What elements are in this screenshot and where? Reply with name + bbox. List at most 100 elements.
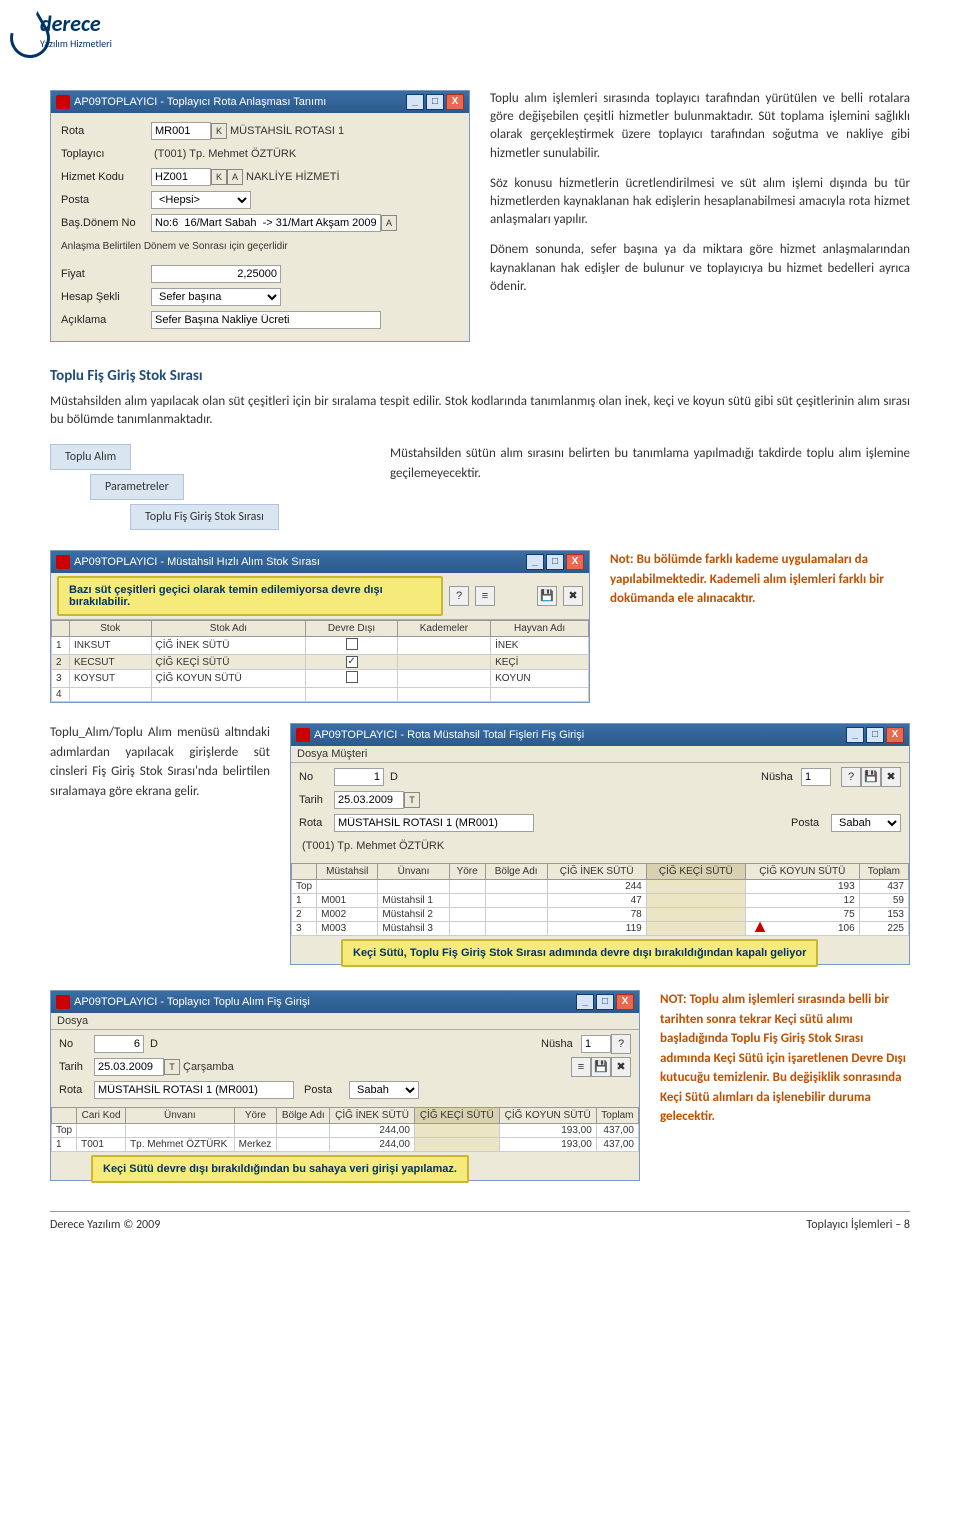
app-icon (56, 95, 70, 109)
nav-note: Müstahsilden sütün alım sırasını belirte… (390, 444, 910, 483)
close-button[interactable]: X (616, 994, 634, 1010)
aciklama-input[interactable] (151, 311, 381, 329)
close-button[interactable]: X (566, 554, 584, 570)
stok-grid[interactable]: Stok Stok Adı Devre Dışı Kademeler Hayva… (51, 620, 589, 702)
menu-bar[interactable]: Dosya (51, 1013, 639, 1030)
sec3-body: Toplu_Alım/Toplu Alım menüsü altındaki a… (50, 723, 270, 801)
minimize-button[interactable]: _ (846, 727, 864, 743)
callout-keci-giris: Keçi Sütü devre dışı bırakıldığından bu … (91, 1155, 469, 1183)
posta-select[interactable]: <Hepsi> (151, 191, 251, 209)
logo-subtitle: Yazılım Hizmetleri (40, 37, 112, 50)
rota-code-input[interactable] (151, 122, 211, 140)
no-input[interactable] (94, 1035, 144, 1053)
exit-icon[interactable]: ✖ (611, 1057, 631, 1077)
rota-input[interactable] (94, 1081, 294, 1099)
hizmet-code-input[interactable] (151, 168, 211, 186)
grid-row: 2M002Müstahsil 27875153 (292, 908, 909, 922)
footer-left: Derece Yazılım © 2009 (50, 1218, 160, 1232)
para-2: Söz konusu hizmetlerin ücretlendirilmesi… (490, 175, 910, 230)
nusha-input[interactable] (581, 1035, 611, 1053)
hesap-select[interactable]: Sefer başına (151, 288, 281, 306)
grid-row: 1M001Müstahsil 1471259 (292, 894, 909, 908)
nusha-input[interactable] (801, 768, 831, 786)
grid-row: 3M003Müstahsil 3119106225 (292, 922, 909, 936)
close-button[interactable]: X (446, 94, 464, 110)
menu-bar[interactable]: Dosya Müşteri (291, 746, 909, 763)
nav-toplu-alim: Toplu Alım (50, 444, 131, 470)
col-devre[interactable]: Devre Dışı (306, 621, 397, 637)
posta-select[interactable]: Sabah (831, 814, 901, 832)
app-icon (296, 728, 310, 742)
exit-icon[interactable]: ✖ (563, 586, 583, 606)
cal-button[interactable]: T (404, 792, 420, 808)
checkbox[interactable]: ✓ (346, 656, 358, 668)
save-icon[interactable]: 💾 (861, 767, 881, 787)
help-icon[interactable]: ? (449, 586, 469, 606)
label-toplayici: Toplayıcı (61, 148, 151, 160)
save-icon[interactable]: 💾 (537, 586, 557, 606)
toplayici-value: (T001) Tp. Mehmet ÖZTÜRK (151, 147, 299, 161)
no-input[interactable] (334, 768, 384, 786)
para-1: Toplu alım işlemleri sırasında toplayıcı… (490, 90, 910, 163)
lookup-button[interactable]: A (227, 169, 243, 185)
fiyat-input[interactable] (151, 265, 281, 283)
hizmet-name: NAKLİYE HİZMETİ (243, 170, 343, 184)
grid-row: 1T001Tp. Mehmet ÖZTÜRKMerkez244,00193,00… (52, 1138, 639, 1152)
checkbox[interactable] (346, 671, 358, 683)
help-icon[interactable]: ? (611, 1034, 631, 1054)
window-rota-anlasma: AP09TOPLAYICI - Toplayıcı Rota Anlaşması… (50, 90, 470, 342)
maximize-button[interactable]: □ (866, 727, 884, 743)
minimize-button[interactable]: _ (526, 554, 544, 570)
col-stok[interactable]: Stok (70, 621, 152, 637)
minimize-button[interactable]: _ (406, 94, 424, 110)
para-3: Dönem sonunda, sefer başına ya da miktar… (490, 241, 910, 296)
fis-grid[interactable]: Cari KodÜnvanıYöreBölge AdıÇİĞ İNEK SÜTÜ… (51, 1107, 639, 1152)
titlebar[interactable]: AP09TOPLAYICI - Toplayıcı Rota Anlaşması… (51, 91, 469, 113)
note-devre-disi: NOT: Toplu alım işlemleri sırasında bell… (660, 990, 910, 1127)
minimize-button[interactable]: _ (576, 994, 594, 1010)
col-hayvan[interactable]: Hayvan Adı (491, 621, 589, 637)
help-icon[interactable]: ? (841, 767, 861, 787)
tarih-input[interactable] (94, 1058, 164, 1076)
window-title: AP09TOPLAYICI - Rota Müstahsil Total Fiş… (314, 729, 584, 741)
label-hesap: Hesap Şekli (61, 291, 151, 303)
cal-button[interactable]: T (164, 1059, 180, 1075)
label-hizmet: Hizmet Kodu (61, 171, 151, 183)
grid-row: 3KOYSUTÇİĞ KOYUN SÜTÜKOYUN (52, 670, 589, 688)
list-icon[interactable]: ≡ (571, 1057, 591, 1077)
maximize-button[interactable]: □ (596, 994, 614, 1010)
fis-grid[interactable]: MüstahsilÜnvanıYöreBölge AdıÇİĞ İNEK SÜT… (291, 863, 909, 936)
app-icon (56, 995, 70, 1009)
note-kademe: Not: Bu bölümde farklı kademe uygulamala… (610, 550, 910, 609)
col-kademe[interactable]: Kademeler (397, 621, 490, 637)
save-icon[interactable]: 💾 (591, 1057, 611, 1077)
basdonem-input[interactable] (151, 214, 381, 232)
label-fiyat: Fiyat (61, 268, 151, 280)
posta-select[interactable]: Sabah (349, 1081, 419, 1099)
close-button[interactable]: X (886, 727, 904, 743)
app-icon (56, 555, 70, 569)
checkbox[interactable] (346, 638, 358, 650)
lookup-button[interactable]: K (211, 123, 227, 139)
maximize-button[interactable]: □ (546, 554, 564, 570)
maximize-button[interactable]: □ (426, 94, 444, 110)
col-ad[interactable]: Stok Adı (151, 621, 306, 637)
window-title: AP09TOPLAYICI - Müstahsil Hızlı Alım Sto… (74, 556, 320, 568)
titlebar[interactable]: AP09TOPLAYICI - Müstahsil Hızlı Alım Sto… (51, 551, 589, 573)
tarih-input[interactable] (334, 791, 404, 809)
page-footer: Derece Yazılım © 2009 Toplayıcı İşlemler… (50, 1211, 910, 1232)
grid-row: Top244193437 (292, 880, 909, 894)
label-aciklama: Açıklama (61, 314, 151, 326)
rota-input[interactable] (334, 814, 534, 832)
lookup-button[interactable]: A (381, 215, 397, 231)
titlebar[interactable]: AP09TOPLAYICI - Rota Müstahsil Total Fiş… (291, 724, 909, 746)
list-icon[interactable]: ≡ (475, 586, 495, 606)
titlebar[interactable]: AP09TOPLAYICI - Toplayıcı Toplu Alım Fiş… (51, 991, 639, 1013)
lookup-button[interactable]: K (211, 169, 227, 185)
gun-label (420, 799, 426, 801)
window-title: AP09TOPLAYICI - Toplayıcı Rota Anlaşması… (74, 96, 326, 108)
exit-icon[interactable]: ✖ (881, 767, 901, 787)
nav-stok-sirasi: Toplu Fiş Giriş Stok Sırası (130, 504, 279, 530)
toolbar: Bazı süt çeşitleri geçici olarak temin e… (51, 573, 589, 620)
label-posta: Posta (61, 194, 151, 206)
